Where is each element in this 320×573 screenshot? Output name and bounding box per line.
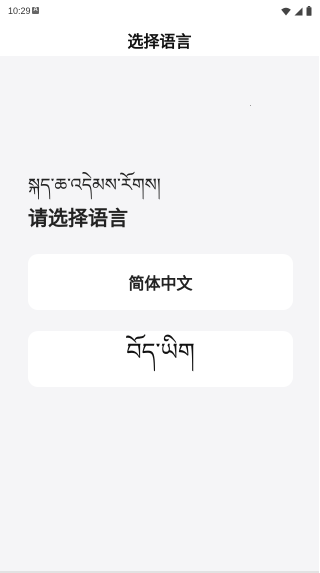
app-bar: 选择语言 [0, 24, 319, 56]
status-time: 10:29 [8, 6, 31, 16]
page-title: 选择语言 [127, 32, 192, 51]
language-option-tibetan[interactable]: བོད་ཡིག [28, 331, 293, 387]
language-option-chinese[interactable]: 简体中文 [28, 254, 293, 310]
status-bar: 10:29 A [0, 0, 319, 24]
battery-icon [306, 6, 312, 16]
app-notification-icon: A [32, 7, 39, 14]
language-label-chinese: 简体中文 [128, 274, 193, 293]
wifi-icon [281, 7, 291, 15]
language-selection-content: སྐད་ཆ་འདེམས་རོགས། 请选择语言 简体中文 བོད་ཡིག [0, 56, 319, 571]
decorative-dot [250, 105, 251, 106]
status-icons [281, 6, 312, 16]
cellular-signal-icon [294, 7, 303, 15]
language-label-tibetan: བོད་ཡིག [126, 337, 195, 366]
prompt-chinese: 请选择语言 [28, 206, 128, 230]
